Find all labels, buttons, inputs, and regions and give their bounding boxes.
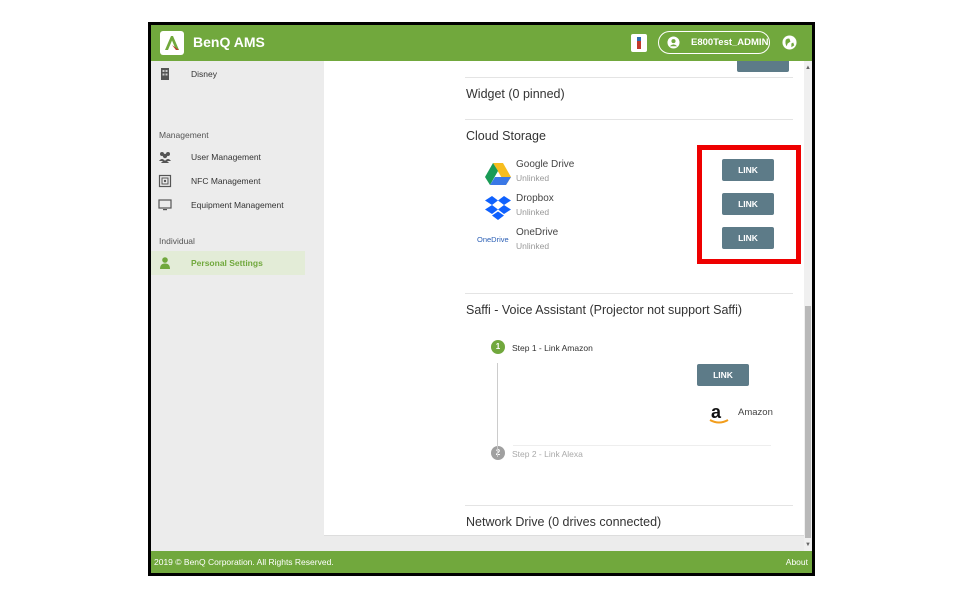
amazon-service-name: Amazon [738,407,773,418]
sidebar-item-label: Equipment Management [191,200,284,210]
sidebar-section-individual: Individual [159,236,195,246]
stepper-line [497,363,498,457]
google-drive-icon [485,163,511,185]
highlight-annotation-box [697,145,801,264]
saffi-section-title: Saffi - Voice Assistant (Projector not s… [466,303,743,317]
about-link[interactable]: About [786,557,808,567]
monitor-icon [158,199,172,211]
app-title: BenQ AMS [193,34,265,50]
footer: 2019 © BenQ Corporation. All Rights Rese… [151,551,812,573]
sidebar-item-personal-settings[interactable]: Personal Settings [151,251,305,275]
service-google-drive: Google Drive Unlinked [484,159,634,189]
service-name: Google Drive [516,159,575,170]
onedrive-icon: OneDrive [477,235,509,244]
divider [513,445,771,446]
sidebar-item-label: User Management [191,152,261,162]
sidebar: Disney Management User Management NFC Ma… [151,61,311,551]
person-icon [160,257,170,269]
divider [465,119,793,120]
service-onedrive: OneDrive OneDrive Unlinked [477,227,634,257]
edit-button[interactable] [737,61,789,72]
amazon-logo-icon: a [709,402,729,424]
nfc-icon [158,174,172,188]
service-status: Unlinked [516,207,550,217]
service-status: Unlinked [516,241,550,251]
service-name: Dropbox [516,193,554,204]
top-header: BenQ AMS E800Test_ADMIN [151,25,812,61]
service-dropbox: Dropbox Unlinked [484,193,634,223]
sidebar-section-management: Management [159,130,209,140]
screenshot-frame: BenQ AMS E800Test_ADMIN Disney Managemen… [148,22,815,576]
panel-bottom-edge [324,535,804,536]
cloud-storage-title: Cloud Storage [466,129,546,143]
step-number-badge: 2 [491,446,505,460]
step-number-badge: 1 [491,340,505,354]
divider [465,505,793,506]
service-status: Unlinked [516,173,550,183]
sidebar-item-disney[interactable]: Disney [151,62,305,86]
amazon-logo-letter: a [711,402,722,422]
link-amazon-button[interactable]: LINK [697,364,749,386]
sidebar-item-nfc-management[interactable]: NFC Management [151,169,305,193]
main-scrollbar[interactable]: ▲ ▼ [804,61,812,551]
globe-icon[interactable] [782,35,797,50]
dropbox-icon [485,196,511,220]
sidebar-item-user-management[interactable]: User Management [151,145,305,169]
divider [465,77,793,78]
divider [465,293,793,294]
step-label: Step 2 - Link Alexa [512,449,583,459]
scroll-down-arrow-icon[interactable]: ▼ [805,542,811,548]
service-name: OneDrive [516,227,559,238]
user-menu-button[interactable]: E800Test_ADMIN [658,31,770,54]
sidebar-item-label: Disney [191,69,217,79]
footer-copyright: 2019 © BenQ Corporation. All Rights Rese… [154,557,334,567]
user-avatar-icon [667,36,680,49]
users-icon [159,152,171,163]
scrollbar-thumb[interactable] [805,306,811,538]
widget-section-title: Widget (0 pinned) [466,87,565,101]
notification-icon[interactable] [631,34,647,52]
building-icon [161,68,169,80]
network-drive-title: Network Drive (0 drives connected) [466,515,662,529]
user-name: E800Test_ADMIN [691,37,769,48]
app-window: BenQ AMS E800Test_ADMIN Disney Managemen… [151,25,812,573]
sidebar-item-label: NFC Management [191,176,261,186]
sidebar-item-equipment-management[interactable]: Equipment Management [151,193,305,217]
settings-panel: Widget (0 pinned) Cloud Storage Google D… [324,61,804,535]
benq-logo-icon[interactable] [160,31,184,55]
step-label: Step 1 - Link Amazon [512,343,593,353]
sidebar-item-label: Personal Settings [191,258,263,268]
scroll-up-arrow-icon[interactable]: ▲ [805,65,811,71]
